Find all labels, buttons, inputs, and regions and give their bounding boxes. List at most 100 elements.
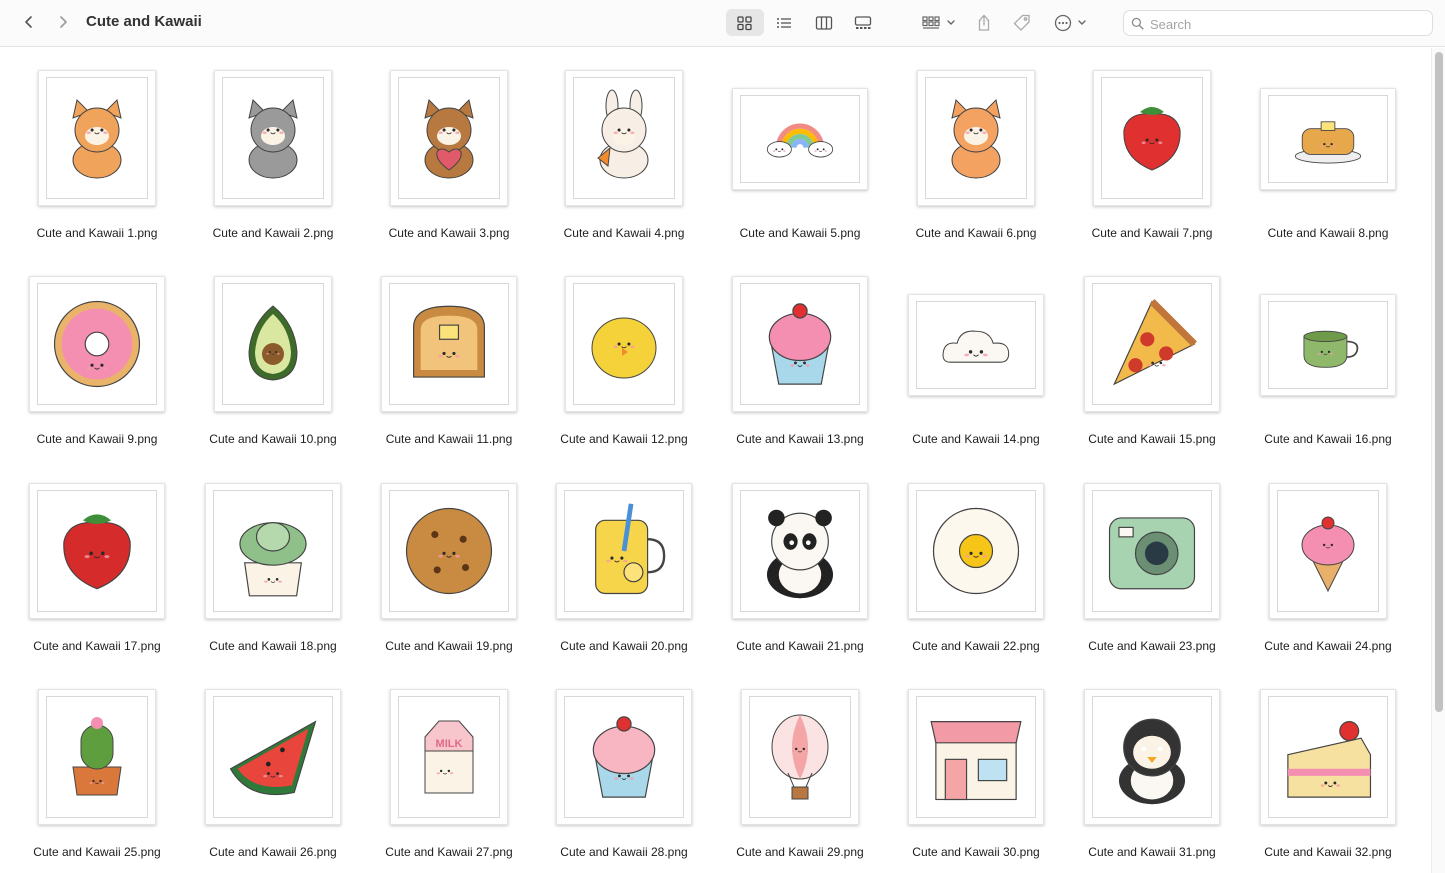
group-button[interactable] [917, 9, 961, 36]
share-button[interactable] [969, 9, 999, 36]
file-item[interactable]: Cute and Kawaii 24.png [1243, 461, 1413, 653]
file-thumbnail[interactable] [556, 483, 692, 619]
file-thumbnail[interactable] [1084, 689, 1220, 825]
file-item[interactable]: Cute and Kawaii 17.png [12, 461, 182, 653]
file-name[interactable]: Cute and Kawaii 12.png [539, 432, 709, 446]
file-name[interactable]: Cute and Kawaii 2.png [188, 226, 358, 240]
file-thumbnail[interactable] [741, 689, 859, 825]
file-thumbnail[interactable] [214, 276, 332, 412]
file-name[interactable]: Cute and Kawaii 32.png [1243, 845, 1413, 859]
file-thumbnail[interactable] [381, 483, 517, 619]
file-item[interactable]: Cute and Kawaii 26.png [188, 667, 358, 859]
file-name[interactable]: Cute and Kawaii 5.png [715, 226, 885, 240]
file-thumbnail[interactable] [556, 689, 692, 825]
file-thumbnail[interactable] [29, 276, 165, 412]
file-name[interactable]: Cute and Kawaii 21.png [715, 639, 885, 653]
forward-button[interactable] [50, 8, 76, 36]
file-thumbnail[interactable] [381, 276, 517, 412]
file-item[interactable]: Cute and Kawaii 31.png [1067, 667, 1237, 859]
file-thumbnail[interactable] [565, 276, 683, 412]
file-item[interactable]: Cute and Kawaii 30.png [891, 667, 1061, 859]
file-name[interactable]: Cute and Kawaii 13.png [715, 432, 885, 446]
file-item[interactable]: Cute and Kawaii 3.png [364, 48, 534, 240]
file-name[interactable]: Cute and Kawaii 29.png [715, 845, 885, 859]
file-name[interactable]: Cute and Kawaii 1.png [12, 226, 182, 240]
file-name[interactable]: Cute and Kawaii 7.png [1067, 226, 1237, 240]
file-name[interactable]: Cute and Kawaii 11.png [364, 432, 534, 446]
file-name[interactable]: Cute and Kawaii 4.png [539, 226, 709, 240]
gallery-view-button[interactable] [844, 9, 882, 36]
file-name[interactable]: Cute and Kawaii 15.png [1067, 432, 1237, 446]
file-name[interactable]: Cute and Kawaii 24.png [1243, 639, 1413, 653]
file-item[interactable]: Cute and Kawaii 8.png [1243, 48, 1413, 240]
file-item[interactable]: Cute and Kawaii 16.png [1243, 254, 1413, 446]
file-thumbnail[interactable] [908, 483, 1044, 619]
file-item[interactable]: Cute and Kawaii 21.png [715, 461, 885, 653]
file-item[interactable]: Cute and Kawaii 10.png [188, 254, 358, 446]
file-thumbnail[interactable] [908, 294, 1044, 396]
file-name[interactable]: Cute and Kawaii 26.png [188, 845, 358, 859]
file-name[interactable]: Cute and Kawaii 18.png [188, 639, 358, 653]
file-item[interactable]: Cute and Kawaii 4.png [539, 48, 709, 240]
file-thumbnail[interactable]: MILK [390, 689, 508, 825]
column-view-button[interactable] [805, 9, 843, 36]
file-item[interactable]: Cute and Kawaii 23.png [1067, 461, 1237, 653]
file-item[interactable]: Cute and Kawaii 25.png [12, 667, 182, 859]
file-thumbnail[interactable] [917, 70, 1035, 206]
file-name[interactable]: Cute and Kawaii 20.png [539, 639, 709, 653]
file-thumbnail[interactable] [565, 70, 683, 206]
file-name[interactable]: Cute and Kawaii 17.png [12, 639, 182, 653]
file-name[interactable]: Cute and Kawaii 28.png [539, 845, 709, 859]
back-button[interactable] [16, 8, 42, 36]
list-view-button[interactable] [765, 9, 803, 36]
file-thumbnail[interactable] [908, 689, 1044, 825]
file-thumbnail[interactable] [1269, 483, 1387, 619]
file-name[interactable]: Cute and Kawaii 16.png [1243, 432, 1413, 446]
file-thumbnail[interactable] [1260, 689, 1396, 825]
file-thumbnail[interactable] [38, 70, 156, 206]
file-item[interactable]: Cute and Kawaii 29.png [715, 667, 885, 859]
file-item[interactable]: Cute and Kawaii 12.png [539, 254, 709, 446]
file-item[interactable]: Cute and Kawaii 13.png [715, 254, 885, 446]
file-thumbnail[interactable] [29, 483, 165, 619]
file-thumbnail[interactable] [1260, 294, 1396, 396]
file-item[interactable]: Cute and Kawaii 6.png [891, 48, 1061, 240]
file-item[interactable]: Cute and Kawaii 20.png [539, 461, 709, 653]
vertical-scrollbar[interactable] [1431, 48, 1445, 873]
file-name[interactable]: Cute and Kawaii 9.png [12, 432, 182, 446]
file-name[interactable]: Cute and Kawaii 23.png [1067, 639, 1237, 653]
file-item[interactable]: Cute and Kawaii 15.png [1067, 254, 1237, 446]
file-thumbnail[interactable] [732, 276, 868, 412]
search-field[interactable] [1123, 10, 1433, 36]
file-item[interactable]: Cute and Kawaii 2.png [188, 48, 358, 240]
more-actions-button[interactable] [1049, 9, 1093, 36]
file-thumbnail[interactable] [1084, 276, 1220, 412]
file-name[interactable]: Cute and Kawaii 19.png [364, 639, 534, 653]
file-item[interactable]: Cute and Kawaii 22.png [891, 461, 1061, 653]
file-name[interactable]: Cute and Kawaii 27.png [364, 845, 534, 859]
file-name[interactable]: Cute and Kawaii 25.png [12, 845, 182, 859]
file-name[interactable]: Cute and Kawaii 3.png [364, 226, 534, 240]
file-name[interactable]: Cute and Kawaii 31.png [1067, 845, 1237, 859]
file-thumbnail[interactable] [1084, 483, 1220, 619]
file-thumbnail[interactable] [732, 483, 868, 619]
file-name[interactable]: Cute and Kawaii 22.png [891, 639, 1061, 653]
file-thumbnail[interactable] [390, 70, 508, 206]
file-name[interactable]: Cute and Kawaii 8.png [1243, 226, 1413, 240]
tag-button[interactable] [1007, 9, 1037, 36]
file-item[interactable]: Cute and Kawaii 11.png [364, 254, 534, 446]
file-name[interactable]: Cute and Kawaii 6.png [891, 226, 1061, 240]
search-input[interactable] [1148, 13, 1428, 35]
file-item[interactable]: MILK Cute and Kawaii 27.png [364, 667, 534, 859]
file-name[interactable]: Cute and Kawaii 30.png [891, 845, 1061, 859]
file-item[interactable]: Cute and Kawaii 32.png [1243, 667, 1413, 859]
file-item[interactable]: Cute and Kawaii 18.png [188, 461, 358, 653]
file-item[interactable]: Cute and Kawaii 5.png [715, 48, 885, 240]
file-thumbnail[interactable] [1260, 88, 1396, 190]
file-thumbnail[interactable] [205, 483, 341, 619]
file-thumbnail[interactable] [38, 689, 156, 825]
file-thumbnail[interactable] [205, 689, 341, 825]
file-item[interactable]: Cute and Kawaii 7.png [1067, 48, 1237, 240]
file-item[interactable]: Cute and Kawaii 28.png [539, 667, 709, 859]
file-thumbnail[interactable] [1093, 70, 1211, 206]
